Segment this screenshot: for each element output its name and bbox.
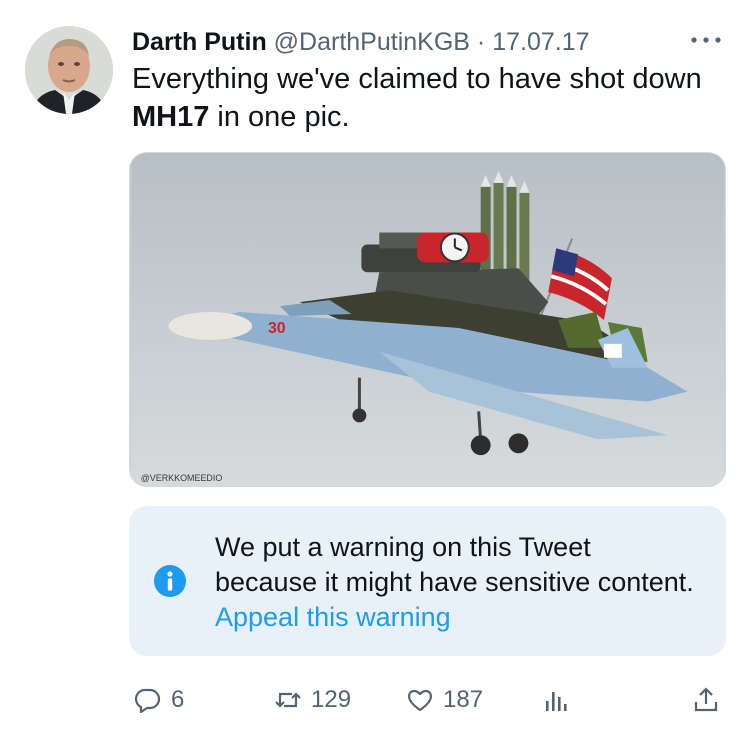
header-separator: ·: [476, 28, 486, 56]
tweet-date[interactable]: 17.07.17: [492, 28, 589, 56]
tweet-text: Everything we've claimed to have shot do…: [132, 60, 732, 136]
tweet-text-rest: in one pic.: [209, 101, 350, 133]
avatar[interactable]: [25, 26, 113, 114]
tweet-text-bold: MH17: [132, 101, 210, 133]
tweet-text-line: Everything we've claimed to have shot do…: [132, 63, 702, 95]
retweet-icon: [275, 692, 301, 708]
heart-icon: [408, 689, 432, 712]
reply-button[interactable]: 6: [134, 680, 184, 720]
reply-count: 6: [171, 686, 185, 713]
jet-number-label: 30: [268, 320, 286, 337]
info-icon: [153, 564, 187, 598]
tweet-media-image[interactable]: 10 30: [129, 152, 726, 487]
composite-jet-image: 10 30: [130, 153, 725, 486]
appeal-warning-link[interactable]: Appeal this warning: [215, 602, 451, 632]
author-handle[interactable]: @DarthPutinKGB: [274, 28, 470, 56]
retweet-button[interactable]: 129: [274, 680, 351, 720]
retweet-count: 129: [311, 686, 352, 713]
image-watermark: @VERKKOMEEDIO: [141, 473, 223, 483]
tweet-header: Darth Putin @DarthPutinKGB · 17.07.17: [132, 24, 672, 60]
share-icon: [694, 687, 718, 712]
views-button[interactable]: [542, 680, 570, 720]
avatar-image: [25, 26, 113, 114]
more-options-icon[interactable]: [686, 28, 726, 52]
share-button[interactable]: [692, 680, 720, 720]
tweet-text-line: MH17 in one pic.: [132, 98, 732, 136]
tweet-actions: 6 129 187: [0, 680, 750, 720]
warning-message: We put a warning on this Tweet because i…: [215, 530, 695, 635]
reply-icon: [134, 688, 161, 714]
tweet: Darth Putin @DarthPutinKGB · 17.07.17 Ev…: [0, 0, 750, 736]
warning-text: We put a warning on this Tweet because i…: [215, 532, 694, 597]
author-name[interactable]: Darth Putin: [132, 28, 267, 56]
bomb-graphic: [417, 232, 489, 263]
analytics-icon: [546, 692, 567, 711]
like-button[interactable]: 187: [406, 680, 483, 720]
sensitive-content-warning: We put a warning on this Tweet because i…: [129, 506, 726, 656]
like-count: 187: [443, 686, 484, 713]
